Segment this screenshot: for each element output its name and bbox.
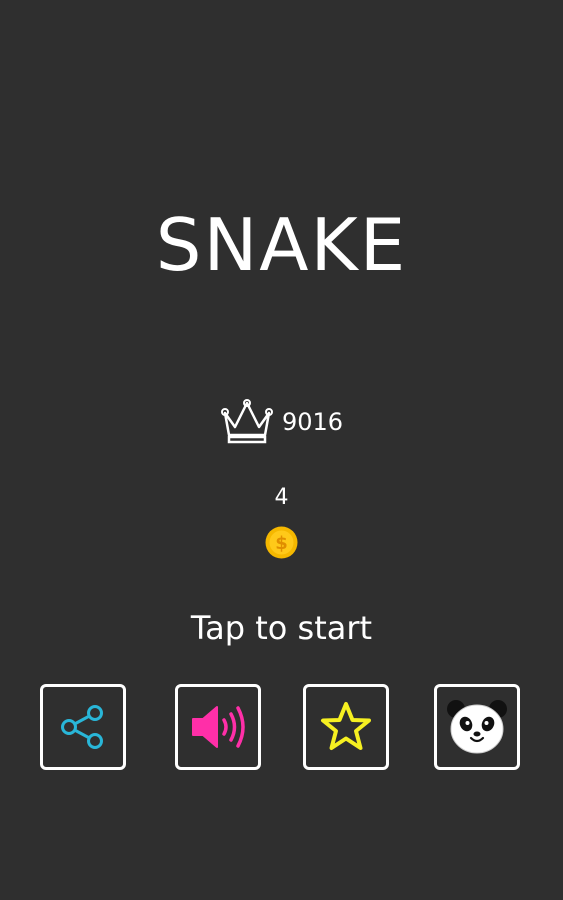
share-icon — [61, 705, 103, 749]
star-icon — [321, 702, 371, 750]
best-score-value: 9016 — [281, 408, 344, 436]
crown-icon — [220, 399, 273, 444]
coin-symbol: $ — [275, 533, 288, 554]
coin-icon: $ — [265, 526, 298, 559]
sound-toggle-button[interactable] — [175, 684, 261, 770]
rate-button[interactable] — [303, 684, 389, 770]
game-title: SNAKE — [155, 203, 408, 287]
panda-icon — [447, 700, 507, 754]
best-score-row: 9016 — [0, 398, 563, 446]
coin-count: 4 — [274, 485, 289, 510]
tap-to-start-label[interactable]: Tap to start — [0, 607, 563, 649]
character-select-button[interactable] — [434, 684, 520, 770]
share-button[interactable] — [40, 684, 126, 770]
speaker-icon — [192, 706, 245, 748]
